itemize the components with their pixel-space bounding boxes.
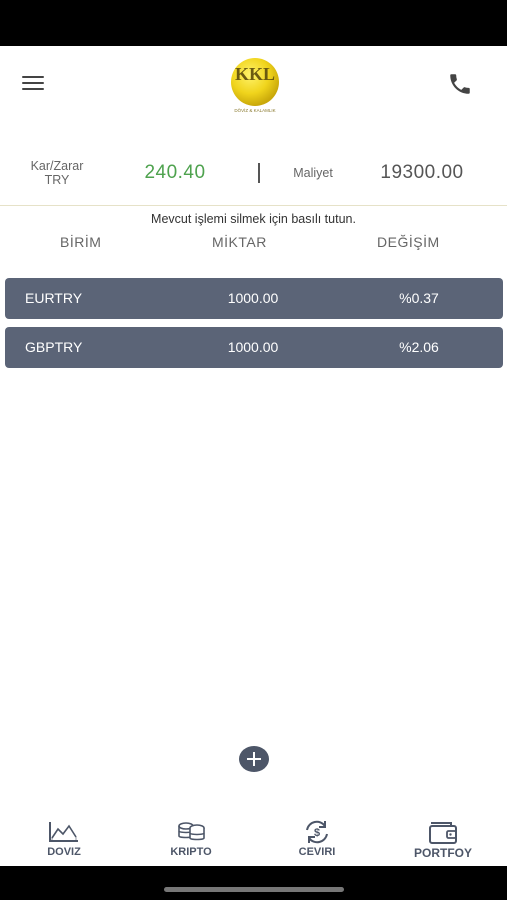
holding-change: %0.37 [399,290,439,306]
holding-row[interactable]: EURTRY 1000.00 %0.37 [5,278,503,319]
profit-loss-currency: TRY [44,173,70,187]
add-holding-button[interactable] [239,746,269,772]
coins-icon [178,822,205,841]
cost-value: 19300.00 [380,162,464,183]
logo-subtext: DÖVİZ & KALAMLIK [234,107,275,113]
delete-hint: Mevcut işlemi silmek için basılı tutun. [151,212,356,226]
chart-line-icon [49,822,78,842]
holding-row[interactable]: GBPTRY 1000.00 %2.06 [5,327,503,368]
phone-icon[interactable] [447,71,473,97]
phone-glyph [450,74,470,94]
portfolio-summary: Kar/Zarar TRY 240.40 Maliyet 19300.00 [0,154,507,204]
nav-label-ceviri: CEVIRI [298,846,336,858]
menu-line [22,76,44,78]
profit-loss-value: 240.40 [144,162,206,183]
home-indicator[interactable] [164,887,344,892]
profit-loss-label: Kar/Zarar TRY [22,159,92,187]
home-indicator-area [0,866,507,900]
nav-tab-kripto[interactable]: KRIPTO [146,818,236,862]
column-header-unit: BİRİM [60,234,102,250]
column-header-change: DEĞİŞİM [377,234,440,250]
profit-loss-label-line1: Kar/Zarar [30,159,84,173]
menu-line [22,88,44,90]
nav-label-doviz: DOVIZ [47,846,81,858]
holding-unit: EURTRY [25,290,83,306]
summary-separator [0,205,507,206]
app-screen: KKL DÖVİZ & KALAMLIK Kar/Zarar TRY 240.4… [0,46,507,866]
hamburger-icon[interactable] [22,74,46,92]
logo-text: KKL [235,64,275,84]
nav-tab-doviz[interactable]: DOVIZ [19,818,109,862]
wallet-icon [429,822,457,844]
status-bar [0,0,507,46]
currency-exchange-icon: $ [306,820,328,844]
brand-logo: KKL DÖVİZ & KALAMLIK [231,58,279,113]
holding-unit: GBPTRY [25,339,83,355]
menu-line [22,82,44,84]
holding-amount: 1000.00 [227,290,279,306]
nav-tab-portfoy[interactable]: PORTFOY [398,818,488,862]
nav-label-kripto: KRIPTO [170,846,212,858]
nav-tab-ceviri[interactable]: $ CEVIRI [272,818,362,862]
holding-change: %2.06 [399,339,439,355]
summary-divider [258,163,260,183]
cost-label: Maliyet [293,166,333,180]
column-header-amount: MİKTAR [212,234,267,250]
holding-amount: 1000.00 [227,339,279,355]
nav-label-portfoy: PORTFOY [413,846,472,860]
svg-text:$: $ [314,827,320,839]
